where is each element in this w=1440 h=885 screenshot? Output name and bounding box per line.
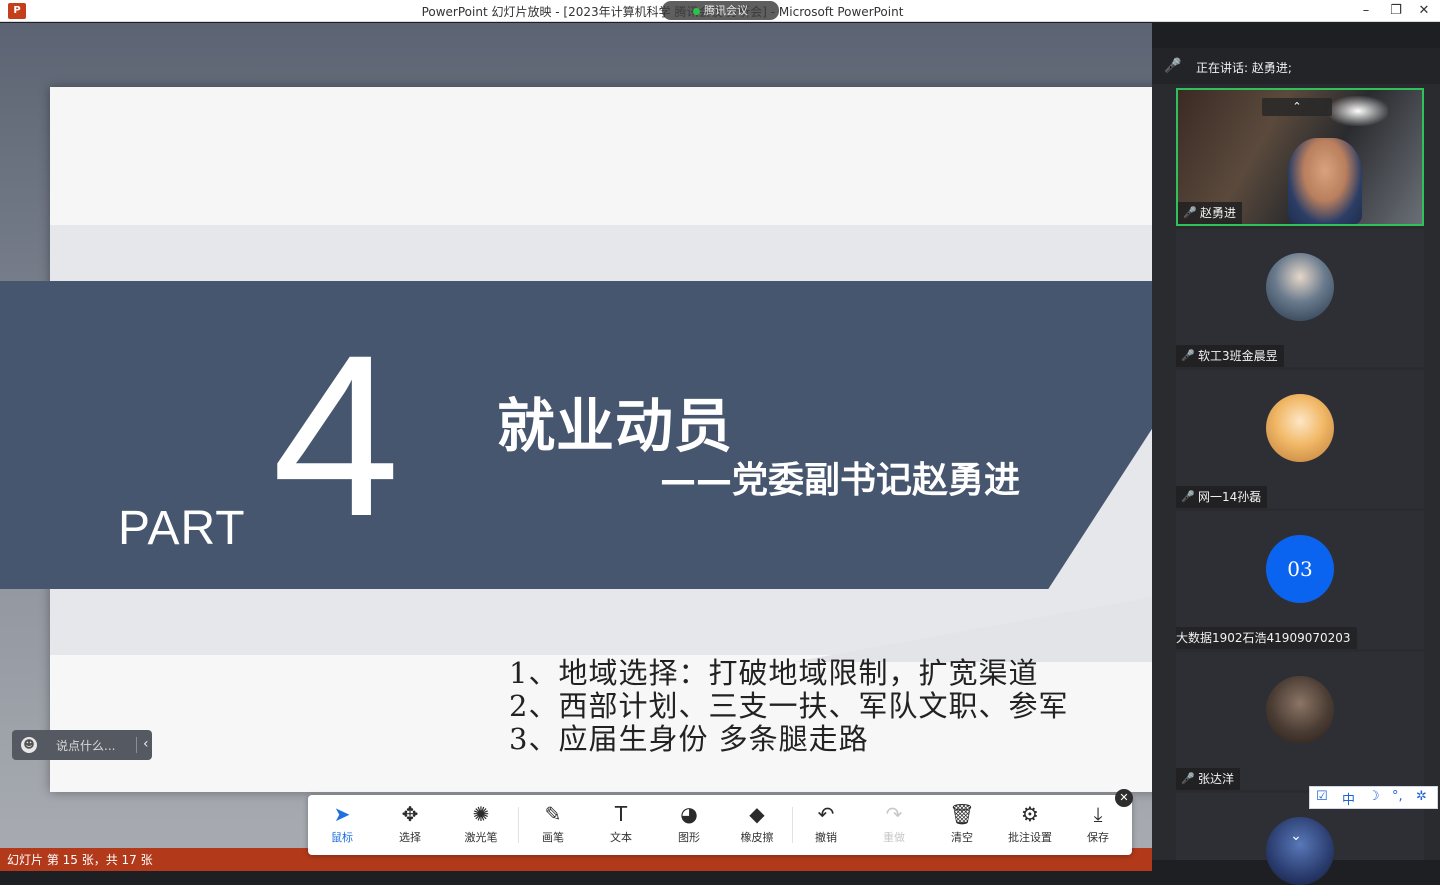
- tool-select[interactable]: ✥ 选择: [380, 801, 440, 851]
- mic-icon: 🎤: [1183, 206, 1197, 219]
- meeting-indicator-label: 腾讯会议: [704, 4, 748, 17]
- slide-counter: 幻灯片 第 15 张，共 17 张: [7, 853, 153, 867]
- shapes-icon: ◕: [680, 802, 698, 826]
- divider: [518, 807, 519, 843]
- close-button[interactable]: ✕: [1412, 1, 1436, 21]
- tool-label: 激光笔: [464, 831, 498, 844]
- emoji-icon[interactable]: ☻: [21, 737, 37, 753]
- mic-muted-icon: 🎤: [1181, 490, 1195, 503]
- annotation-settings-icon: ⚙: [1021, 802, 1039, 826]
- cursor-icon: ➤: [333, 802, 351, 826]
- participant-tile[interactable]: 03 大数据1902石浩41909070203: [1176, 511, 1424, 649]
- eraser-icon: ◆: [749, 802, 765, 826]
- participant-tile[interactable]: 🎤 软工3班金晨昱: [1176, 229, 1424, 367]
- avatar: [1266, 253, 1334, 321]
- window-title-bar: P PowerPoint 幻灯片放映 - [2023年计算机科学 腾讯会议 分析…: [0, 0, 1440, 22]
- participant-name-tag: 🎤 张达洋: [1176, 768, 1241, 790]
- tool-label: 图形: [678, 831, 700, 844]
- avatar: 03: [1266, 535, 1334, 603]
- tool-text[interactable]: T 文本: [591, 801, 651, 851]
- tool-mouse[interactable]: ➤ 鼠标: [312, 801, 372, 851]
- tool-label: 批注设置: [1008, 831, 1052, 844]
- participant-name-tag: 大数据1902石浩41909070203: [1176, 627, 1357, 649]
- participant-name: 网一14孙磊: [1198, 490, 1262, 504]
- move-icon: ✥: [401, 802, 419, 826]
- avatar: [1266, 394, 1334, 462]
- participant-panel: 🎤 正在讲话: 赵勇进; ⌃ 🎤 赵勇进 🎤 软工3班金晨昱 🎤 网一14孙磊 03 …: [1152, 48, 1440, 885]
- laser-pointer-icon: ✺: [472, 802, 490, 826]
- slide-subtitle: ——党委副书记赵勇进: [660, 460, 1021, 501]
- minimize-button[interactable]: –: [1354, 1, 1378, 21]
- speaking-indicator: 🎤 正在讲话: 赵勇进;: [1152, 48, 1440, 84]
- trash-icon: 🗑: [949, 802, 975, 826]
- tool-undo[interactable]: ↶ 撤销: [796, 801, 856, 851]
- moon-icon[interactable]: ☽: [1368, 789, 1380, 804]
- chevron-left-icon[interactable]: ‹: [143, 736, 149, 752]
- divider: [792, 807, 793, 843]
- text-icon: T: [614, 802, 628, 826]
- tool-label: 选择: [399, 831, 421, 844]
- tool-label: 保存: [1087, 831, 1109, 844]
- tool-eraser[interactable]: ◆ 橡皮擦: [727, 801, 787, 851]
- tool-laser[interactable]: ✺ 激光笔: [451, 801, 511, 851]
- participant-tile[interactable]: ⌃ 🎤 赵勇进: [1176, 88, 1424, 226]
- tool-label: 清空: [951, 831, 973, 844]
- toolbar-close-icon[interactable]: ✕: [1115, 789, 1133, 807]
- ime-toolbar: ☑ 中 ☽ °, ✲: [1309, 786, 1438, 809]
- tool-label: 重做: [883, 831, 905, 844]
- slide-bullet-list: 1、地域选择：打破地域限制，扩宽渠道 2、西部计划、三支一扶、军队文职、参军 3…: [509, 657, 1068, 756]
- divider: [136, 737, 137, 753]
- bullet-item: 2、西部计划、三支一扶、军队文职、参军: [509, 689, 1069, 723]
- redo-icon: ↷: [885, 802, 903, 826]
- pen-icon: ✎: [544, 802, 562, 826]
- participant-name-tag: 🎤 赵勇进: [1178, 202, 1243, 224]
- avatar: [1266, 676, 1334, 744]
- gear-icon[interactable]: ✲: [1416, 789, 1427, 804]
- tool-redo[interactable]: ↷ 重做: [864, 801, 924, 851]
- tool-label: 撤销: [815, 831, 837, 844]
- participant-name: 赵勇进: [1200, 206, 1237, 220]
- bullet-item: 3、应届生身份 多条腿走路: [509, 722, 869, 756]
- tool-label: 鼠标: [331, 831, 353, 844]
- chevron-up-icon[interactable]: ⌃: [1262, 98, 1332, 116]
- tool-clear[interactable]: 🗑 清空: [932, 801, 992, 851]
- slideshow-area[interactable]: PART 4 就业动员 ——党委副书记赵勇进 1、地域选择：打破地域限制，扩宽渠…: [0, 23, 1152, 848]
- participant-name: 大数据1902石浩41909070203: [1176, 631, 1351, 645]
- tool-label: 画笔: [542, 831, 564, 844]
- restore-button[interactable]: ❐: [1384, 1, 1408, 21]
- ime-language[interactable]: 中: [1342, 789, 1355, 808]
- bullet-item: 1、地域选择：打破地域限制，扩宽渠道: [509, 656, 1039, 690]
- participant-name-tag: 🎤 软工3班金晨昱: [1176, 345, 1284, 367]
- video-feed: [1288, 138, 1362, 224]
- chevron-down-icon[interactable]: ⌄: [1282, 826, 1310, 846]
- annotation-toolbar: ➤ 鼠标 ✥ 选择 ✺ 激光笔 ✎ 画笔 T 文本 ◕ 图形 ◆ 橡皮擦 ↶ 撤销 ↷ 重做 🗑 清…: [308, 789, 1133, 855]
- participant-name-tag: 🎤 网一14孙磊: [1176, 486, 1268, 508]
- undo-icon: ↶: [817, 802, 835, 826]
- tool-annotation-settings[interactable]: ⚙ 批注设置: [1000, 801, 1060, 851]
- mic-muted-icon: 🎤: [1181, 772, 1195, 785]
- ime-checkbox-icon[interactable]: ☑: [1316, 789, 1328, 804]
- tool-label: 文本: [610, 831, 632, 844]
- mic-muted-icon: 🎤: [1181, 349, 1195, 362]
- chat-input[interactable]: ☻ 说点什么... ‹: [12, 730, 152, 760]
- video-feed: [1328, 96, 1388, 126]
- participant-name: 张达洋: [1198, 772, 1235, 786]
- participant-tile[interactable]: 🎤 张达洋: [1176, 652, 1424, 790]
- mic-muted-icon[interactable]: 🎤: [1164, 58, 1181, 74]
- speaking-text: 正在讲话: 赵勇进;: [1196, 61, 1292, 75]
- participant-name: 软工3班金晨昱: [1198, 349, 1278, 363]
- tool-label: 橡皮擦: [740, 831, 774, 844]
- part-label: PART: [118, 502, 246, 555]
- tool-save[interactable]: ⤓ 保存: [1068, 801, 1128, 851]
- tool-shapes[interactable]: ◕ 图形: [659, 801, 719, 851]
- chat-placeholder: 说点什么...: [56, 739, 116, 753]
- part-number: 4: [272, 307, 400, 564]
- tool-pen[interactable]: ✎ 画笔: [523, 801, 583, 851]
- participant-tile[interactable]: 🎤 网一14孙磊: [1176, 370, 1424, 508]
- punctuation-icon[interactable]: °,: [1392, 789, 1403, 804]
- meeting-indicator[interactable]: 腾讯会议: [662, 1, 779, 20]
- recording-dot-icon: [693, 7, 700, 15]
